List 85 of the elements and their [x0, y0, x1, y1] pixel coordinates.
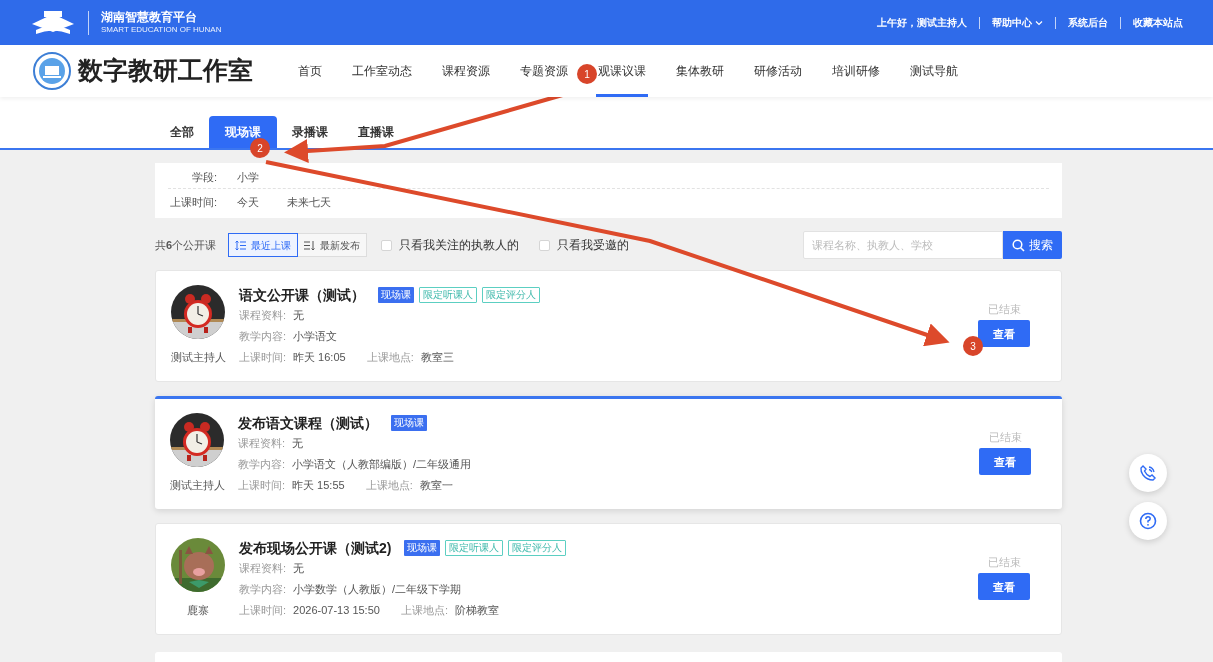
search-icon: [1012, 238, 1025, 252]
checkbox[interactable]: [381, 239, 393, 251]
sort-button[interactable]: 最新发布: [298, 233, 368, 257]
course-tag: 限定听课人: [445, 540, 504, 556]
filter-tab[interactable]: 直播课: [343, 116, 409, 148]
view-button[interactable]: 查看: [978, 320, 1030, 348]
course-title: 发布语文课程（测试）: [238, 413, 378, 433]
view-button[interactable]: 查看: [979, 448, 1031, 476]
view-button[interactable]: 查看: [978, 573, 1030, 601]
greeting-text: 上午好，测试主持人: [877, 16, 967, 30]
checkbox-label: 只看我关注的执教人的: [399, 237, 520, 254]
platform-subtitle: SMART EDUCATION OF HUNAN: [101, 25, 222, 35]
header-link[interactable]: 收藏本站点: [1133, 15, 1183, 30]
field-label: 上课地点:: [366, 350, 414, 366]
course-tag: 限定评分人: [482, 287, 540, 303]
field-value: 昨天 16:05: [293, 350, 346, 366]
field-value: 小学语文（人教部编版）/二年级通用: [292, 457, 472, 473]
platform-title: 湖南智慧教育平台: [101, 10, 198, 25]
course-tag: 限定评分人: [508, 540, 567, 556]
field-value: 无: [293, 561, 305, 577]
teacher-name: 鹿寨: [187, 603, 209, 618]
field-label: 上课时间:: [238, 478, 286, 494]
course-count: 共6个公开课: [155, 237, 217, 253]
logo-icon: [30, 9, 76, 36]
nav-link[interactable]: 专题资源: [518, 45, 570, 97]
course-tag: 限定听课人: [419, 287, 477, 303]
filter-tab[interactable]: 全部: [155, 116, 209, 148]
course-tag: 现场课: [378, 287, 414, 303]
header-link[interactable]: 帮助中心: [992, 15, 1043, 30]
filter-tab[interactable]: 录播课: [277, 116, 343, 148]
field-value: 2026-07-13 15:50: [293, 603, 380, 619]
filter-option[interactable]: 未来七天: [287, 194, 331, 211]
annotation-badge: 2: [250, 138, 270, 158]
field-value: 昨天 15:55: [292, 478, 345, 494]
field-value: 阶梯教室: [455, 603, 499, 619]
field-value: 无: [293, 308, 305, 324]
studio-logo-icon: [33, 52, 71, 90]
field-label: 上课地点:: [400, 603, 448, 619]
nav-link[interactable]: 研修活动: [752, 45, 804, 97]
search-button[interactable]: 搜索: [1003, 231, 1062, 259]
course-title: 发布现场公开课（测试2): [239, 538, 392, 558]
field-value: 小学语文: [293, 329, 338, 345]
sort-icon: [235, 239, 248, 251]
site-title: 数字教研工作室: [78, 55, 254, 88]
field-value: 无: [292, 436, 304, 452]
field-label: 教学内容:: [238, 457, 286, 473]
status-text: 已结束: [987, 301, 1021, 317]
checkbox-label: 只看我受邀的: [557, 237, 630, 254]
field-label: 上课时间:: [239, 350, 287, 366]
phone-button[interactable]: [1129, 454, 1167, 492]
field-label: 课程资料:: [238, 436, 286, 452]
checkbox[interactable]: [539, 239, 551, 251]
header-link[interactable]: 系统后台: [1068, 15, 1108, 30]
course-tag: 现场课: [391, 415, 427, 431]
nav-link[interactable]: 测试导航: [908, 45, 960, 97]
help-button[interactable]: [1129, 502, 1167, 540]
nav-link[interactable]: 课程资源: [440, 45, 492, 97]
teacher-name: 测试主持人: [170, 350, 226, 365]
help-icon: [1139, 512, 1157, 530]
status-text: 已结束: [988, 429, 1022, 445]
nav-link[interactable]: 首页: [296, 45, 324, 97]
field-label: 上课地点:: [365, 478, 413, 494]
field-label: 教学内容:: [239, 582, 287, 598]
field-label: 上课时间:: [239, 603, 287, 619]
course-tag: 现场课: [404, 540, 441, 556]
sort-button[interactable]: 最近上课: [228, 233, 299, 257]
filter-label: 学段:: [190, 170, 217, 186]
phone-icon: [1139, 464, 1157, 482]
nav-link[interactable]: 培训研修: [830, 45, 882, 97]
field-label: 教学内容:: [239, 329, 287, 345]
nav-link[interactable]: 工作室动态: [350, 45, 414, 97]
field-label: 课程资料:: [239, 561, 287, 577]
status-text: 已结束: [987, 554, 1021, 570]
field-value: 教室一: [419, 478, 453, 494]
filter-option[interactable]: 今天: [237, 194, 259, 211]
field-label: 课程资料:: [239, 308, 287, 324]
filter-label: 上课时间:: [168, 195, 217, 211]
filter-option[interactable]: 小学: [237, 169, 259, 186]
teacher-name: 测试主持人: [169, 478, 225, 493]
course-title: 语文公开课（测试）: [239, 285, 365, 305]
nav-link[interactable]: 集体教研: [674, 45, 726, 97]
sort-icon: [304, 239, 317, 251]
search-field[interactable]: 课程名称、执教人、学校: [803, 231, 1003, 259]
field-value: 教室三: [420, 350, 454, 366]
field-value: 小学数学（人教版）/二年级下学期: [293, 582, 462, 598]
